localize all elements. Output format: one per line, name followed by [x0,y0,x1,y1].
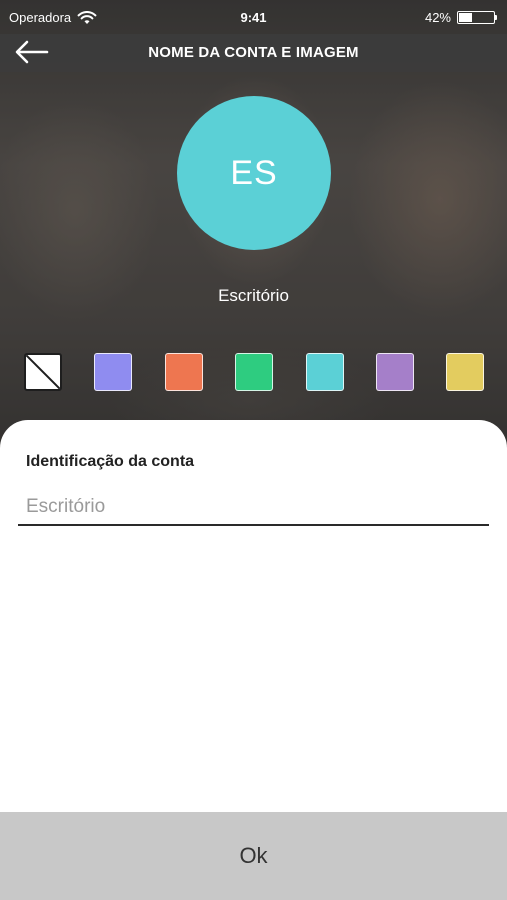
account-id-label: Identificação da conta [26,453,195,470]
nav-bar: NOME DA CONTA E IMAGEM [0,34,507,72]
battery-percent: 42% [424,10,451,25]
account-name-label: Escritório [218,286,289,305]
avatar[interactable]: ES [177,96,331,250]
color-swatch-none[interactable] [24,353,62,391]
color-swatch-green[interactable] [235,353,273,391]
color-swatch-orange[interactable] [165,353,203,391]
no-color-icon [26,355,60,389]
color-swatch-blue[interactable] [94,353,132,391]
account-id-input[interactable] [18,490,489,526]
battery-icon [457,11,497,24]
avatar-initials: ES [230,153,278,192]
color-swatch-purple[interactable] [376,353,414,391]
status-bar: Operadora 9:41 42% [0,0,507,34]
battery-group: 42% [425,10,497,25]
color-swatch-yellow[interactable] [446,353,484,391]
form-sheet: Identificação da conta [0,420,507,812]
page-title: NOME DA CONTA E IMAGEM [148,44,359,61]
color-swatch-cyan[interactable] [306,353,344,391]
color-picker [24,353,486,393]
ok-button[interactable]: Ok [0,812,507,900]
